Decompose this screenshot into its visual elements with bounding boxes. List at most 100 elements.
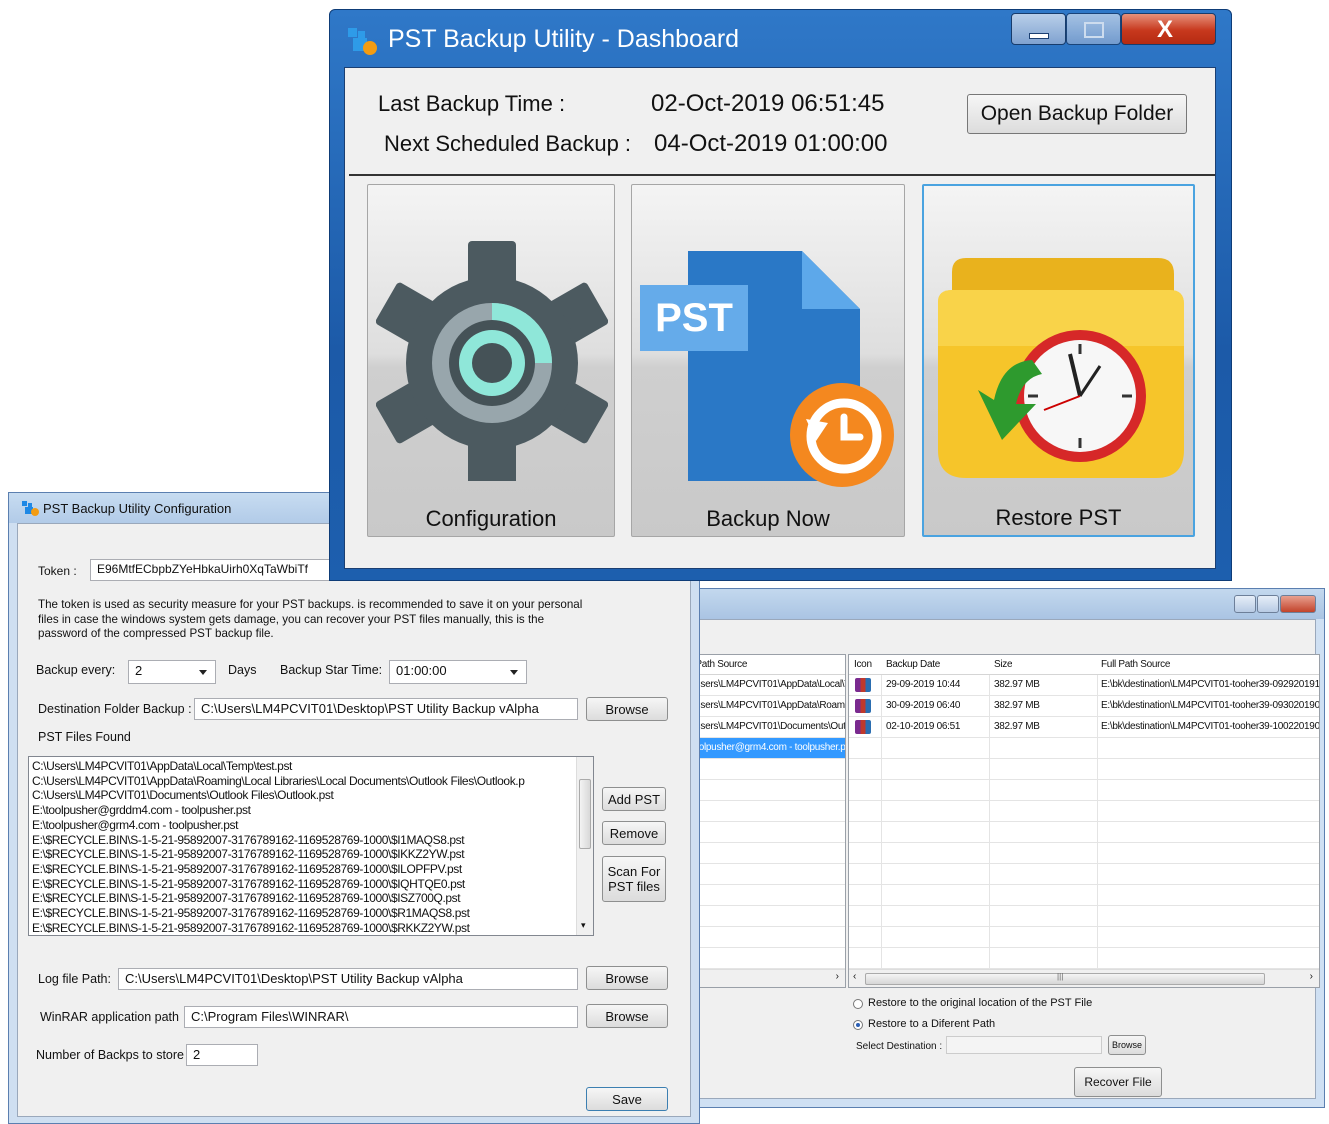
add-pst-button[interactable]: Add PST xyxy=(602,787,666,811)
pst-file-item[interactable]: C:\Users\LM4PCVIT01\AppData\Roaming\Loca… xyxy=(32,774,590,789)
folder-restore-clock-icon xyxy=(938,258,1184,478)
scroll-thumb[interactable]: ||| xyxy=(865,972,1265,985)
col-icon-header[interactable]: Icon xyxy=(854,659,872,670)
destination-field[interactable] xyxy=(946,1036,1102,1054)
source-grid[interactable]: l Path Source \Users\LM4PCVIT01\AppData\… xyxy=(680,654,846,988)
save-button[interactable]: Save xyxy=(586,1087,668,1111)
remove-button[interactable]: Remove xyxy=(602,821,666,845)
restore-original-radio[interactable] xyxy=(853,999,863,1009)
backup-now-tile-label: Backup Now xyxy=(706,506,830,531)
col-path-header[interactable]: Full Path Source xyxy=(1101,659,1170,670)
grid-header: Icon Backup Date Size Full Path Source xyxy=(849,655,1319,675)
destination-label: Destination Folder Backup : xyxy=(38,702,192,716)
horizontal-scrollbar[interactable]: ‹ ||| › xyxy=(849,969,1319,987)
maximize-button[interactable] xyxy=(1066,13,1121,45)
next-backup-value: 04-Oct-2019 01:00:00 xyxy=(654,130,888,157)
close-button[interactable]: X xyxy=(1121,13,1216,45)
pst-file-item[interactable]: E:\toolpusher@grm4.com - toolpusher.pst xyxy=(32,818,590,833)
pst-files-list[interactable]: C:\Users\LM4PCVIT01\AppData\Local\Temp\t… xyxy=(28,756,594,936)
minimize-button[interactable] xyxy=(1011,13,1066,45)
pst-file-backup-icon: PST xyxy=(640,251,894,487)
next-backup-label: Next Scheduled Backup : xyxy=(384,131,632,156)
dashboard-window: PST Backup Utility - Dashboard X Last Ba… xyxy=(329,9,1232,581)
app-logo-icon xyxy=(22,501,39,516)
scroll-right-arrow-icon[interactable]: › xyxy=(1310,971,1313,982)
horizontal-scrollbar[interactable]: › xyxy=(681,969,845,987)
scan-pst-button[interactable]: Scan For PST files xyxy=(602,856,666,902)
pst-file-item[interactable]: E:\$RECYCLE.BIN\S-1-5-21-95892007-317678… xyxy=(32,862,590,877)
log-browse-button[interactable]: Browse xyxy=(586,966,668,990)
configuration-client: Token : E96MtfECbpbZYeHbkaUirh0XqTaWbiTf… xyxy=(17,523,691,1117)
minimize-button[interactable] xyxy=(1234,595,1256,613)
pst-file-item[interactable]: C:\Users\LM4PCVIT01\AppData\Local\Temp\t… xyxy=(32,759,590,774)
source-row[interactable]: \Users\LM4PCVIT01\AppData\Roamir xyxy=(681,696,845,717)
log-path-field[interactable]: C:\Users\LM4PCVIT01\Desktop\PST Utility … xyxy=(118,968,578,990)
pst-files-items: C:\Users\LM4PCVIT01\AppData\Local\Temp\t… xyxy=(32,759,590,935)
gear-icon xyxy=(376,241,608,481)
token-field[interactable]: E96MtfECbpbZYeHbkaUirh0XqTaWbiTf xyxy=(90,559,360,581)
divider xyxy=(349,174,1215,176)
winrar-path-field[interactable]: C:\Program Files\WINRAR\ xyxy=(184,1006,578,1028)
source-row-selected[interactable]: toolpusher@grm4.com - toolpusher.pst xyxy=(681,738,845,759)
select-destination-label: Select Destination : xyxy=(856,1041,943,1052)
chevron-down-icon xyxy=(199,670,207,675)
backup-row[interactable]: 02-10-2019 06:51 382.97 MB E:\bk\destina… xyxy=(849,717,1319,738)
pst-file-item[interactable]: E:\$RECYCLE.BIN\S-1-5-21-95892007-317678… xyxy=(32,847,590,862)
restore-window-titlebar xyxy=(681,589,1324,619)
days-label: Days xyxy=(228,663,257,677)
start-time-select[interactable]: 01:00:00 xyxy=(389,660,527,684)
backup-now-tile[interactable]: PST Backup Now xyxy=(631,184,905,537)
destination-folder-field[interactable]: C:\Users\LM4PCVIT01\Desktop\PST Utility … xyxy=(194,698,578,720)
scroll-thumb[interactable] xyxy=(579,779,591,849)
col-size-header[interactable]: Size xyxy=(994,659,1012,670)
pst-badge-text: PST xyxy=(655,296,733,340)
configuration-tile-label: Configuration xyxy=(425,506,557,531)
col-date-header[interactable]: Backup Date xyxy=(886,659,940,670)
close-button[interactable] xyxy=(1280,595,1316,613)
log-path-label: Log file Path: xyxy=(38,972,111,986)
restore-different-label: Restore to a Diferent Path xyxy=(868,1018,996,1030)
winrar-archive-icon xyxy=(855,678,871,692)
configuration-title: PST Backup Utility Configuration xyxy=(43,501,232,516)
backup-row[interactable]: 30-09-2019 06:40 382.97 MB E:\bk\destina… xyxy=(849,696,1319,717)
scroll-left-arrow-icon[interactable]: ‹ xyxy=(853,971,856,982)
last-backup-label: Last Backup Time : xyxy=(378,91,566,116)
pst-file-item[interactable]: E:\$RECYCLE.BIN\S-1-5-21-95892007-317678… xyxy=(32,921,590,935)
destination-browse-button[interactable]: Browse xyxy=(586,697,668,721)
configuration-window: PST Backup Utility Configuration Token :… xyxy=(8,492,700,1124)
token-note: The token is used as security measure fo… xyxy=(38,598,583,641)
restore-different-radio[interactable] xyxy=(853,1020,863,1030)
vertical-scrollbar[interactable]: ▾ xyxy=(576,757,593,935)
backup-every-select[interactable]: 2 xyxy=(128,660,216,684)
token-label: Token : xyxy=(38,564,77,578)
open-backup-folder-button[interactable]: Open Backup Folder xyxy=(967,94,1187,134)
pst-file-item[interactable]: C:\Users\LM4PCVIT01\Documents\Outlook Fi… xyxy=(32,788,590,803)
app-logo-icon xyxy=(348,28,377,55)
pst-file-item[interactable]: E:\toolpusher@grddm4.com - toolpusher.ps… xyxy=(32,803,590,818)
recover-file-button[interactable]: Recover File xyxy=(1074,1067,1162,1097)
num-backups-field[interactable]: 2 xyxy=(186,1044,258,1066)
backups-grid[interactable]: Icon Backup Date Size Full Path Source 2… xyxy=(848,654,1320,988)
destination-browse-button[interactable]: Browse xyxy=(1108,1035,1146,1055)
winrar-path-label: WinRAR application path xyxy=(40,1010,179,1024)
minimize-icon xyxy=(1029,33,1049,39)
source-row[interactable]: \Users\LM4PCVIT01\Documents\Outlc xyxy=(681,717,845,738)
source-row[interactable]: \Users\LM4PCVIT01\AppData\Local\T xyxy=(681,675,845,696)
pst-file-item[interactable]: E:\$RECYCLE.BIN\S-1-5-21-95892007-317678… xyxy=(32,833,590,848)
restore-window-controls xyxy=(1234,595,1316,613)
pst-file-item[interactable]: E:\$RECYCLE.BIN\S-1-5-21-95892007-317678… xyxy=(32,877,590,892)
pst-file-item[interactable]: E:\$RECYCLE.BIN\S-1-5-21-95892007-317678… xyxy=(32,906,590,921)
backup-row[interactable]: 29-09-2019 10:44 382.97 MB E:\bk\destina… xyxy=(849,675,1319,696)
backup-every-label: Backup every: xyxy=(36,663,116,677)
restore-window-client: l Path Source \Users\LM4PCVIT01\AppData\… xyxy=(680,619,1320,1099)
restore-pst-tile[interactable]: Restore PST xyxy=(922,184,1195,537)
maximize-button[interactable] xyxy=(1257,595,1279,613)
chevron-down-icon xyxy=(510,670,518,675)
last-backup-value: 02-Oct-2019 06:51:45 xyxy=(651,90,885,117)
scroll-down-arrow-icon[interactable]: ▾ xyxy=(581,918,586,933)
restore-window: l Path Source \Users\LM4PCVIT01\AppData\… xyxy=(680,588,1325,1108)
pst-file-item[interactable]: E:\$RECYCLE.BIN\S-1-5-21-95892007-317678… xyxy=(32,891,590,906)
configuration-tile[interactable]: Configuration xyxy=(367,184,615,537)
winrar-browse-button[interactable]: Browse xyxy=(586,1004,668,1028)
scroll-right-arrow-icon[interactable]: › xyxy=(836,971,839,982)
